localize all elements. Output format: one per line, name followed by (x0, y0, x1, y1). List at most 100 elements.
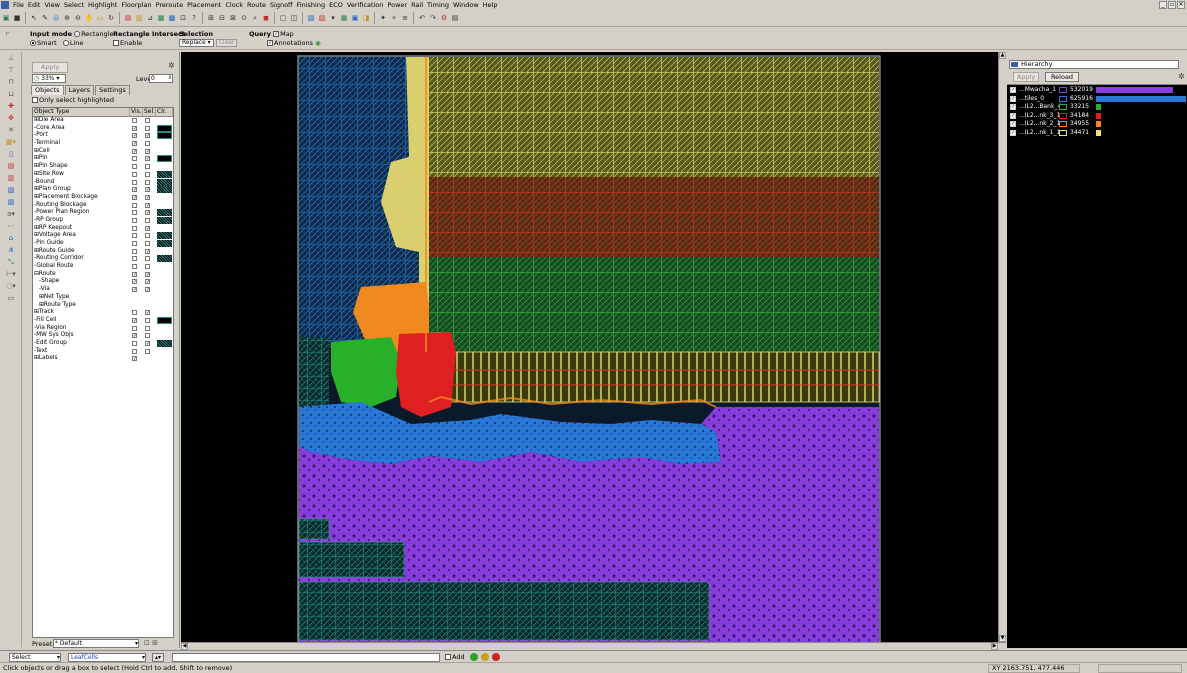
object-row[interactable]: -Global Route (33, 263, 173, 271)
only-select-highlighted[interactable]: Only select highlighted (32, 96, 114, 104)
menu-floorplan[interactable]: Floorplan (119, 0, 153, 10)
col-clr[interactable]: Clr. (156, 108, 173, 116)
undo-icon[interactable]: ↶ (417, 13, 427, 23)
hierarchy-select[interactable]: Hierarchy (1009, 60, 1179, 69)
hierarchy-row[interactable]: ✓ ...IL2...nk_1_1 34471 (1007, 129, 1187, 138)
scroll-left-icon[interactable]: ◀ (181, 643, 188, 650)
misc-tool-icon[interactable]: ◌▾ (4, 281, 18, 292)
view-icon[interactable]: ▢ (278, 13, 288, 23)
menu-verification[interactable]: Verification (345, 0, 386, 10)
hierarchy-row[interactable]: ✓ ...IL2...Bank_4 33215 (1007, 103, 1187, 112)
hierarchy-gear-icon[interactable]: ✲ (1178, 72, 1185, 81)
pin-icon[interactable]: ✧ (389, 13, 399, 23)
add-checkbox[interactable] (445, 654, 451, 660)
selectable-checkbox[interactable] (145, 179, 150, 185)
object-row[interactable]: -Via Region (33, 325, 173, 333)
instance-color-swatch[interactable] (1059, 121, 1067, 127)
visible-checkbox[interactable] (132, 118, 137, 123)
object-row[interactable]: -Shape ✓ ✓ (33, 278, 173, 286)
wire-icon[interactable]: ▤ (4, 161, 18, 172)
rect-tool-icon[interactable]: ▭ (4, 293, 18, 304)
layer-menu-icon[interactable]: ▦▾ (4, 137, 18, 148)
color-swatch[interactable] (157, 155, 172, 163)
line-radio[interactable] (62, 40, 69, 46)
color-swatch[interactable] (157, 186, 172, 194)
tab-objects[interactable]: Objects (31, 85, 64, 95)
instance-color-swatch[interactable] (1059, 95, 1067, 102)
selectable-checkbox[interactable]: ✓ (145, 210, 150, 216)
zoom-all-icon[interactable]: ⊙ (239, 13, 249, 23)
object-row[interactable]: ⊞Pin Shape (33, 163, 173, 171)
object-row[interactable]: ⊞Net Type (33, 294, 173, 302)
object-row[interactable]: -Core Area ✓ (33, 124, 173, 133)
object-row[interactable]: -Via ✓ ✓ (33, 286, 173, 294)
selectable-checkbox[interactable] (145, 256, 150, 262)
rectangle-radio[interactable] (74, 31, 81, 37)
object-row[interactable]: ⊞Pin ✓ (33, 155, 173, 163)
visible-checkbox[interactable]: ✓ (132, 356, 137, 362)
selectable-checkbox[interactable] (145, 333, 150, 339)
color-swatch[interactable] (157, 132, 172, 140)
restore-button[interactable]: ▫ (1168, 1, 1176, 9)
add-toggle[interactable]: Add (445, 652, 465, 662)
object-row[interactable]: ⊞Route Guide ✓ (33, 248, 173, 256)
mirror-icon[interactable]: ⊔ (4, 89, 18, 100)
object-row[interactable]: -Routing Corridor (33, 255, 173, 263)
instance-color-swatch[interactable] (1059, 87, 1067, 93)
find-icon[interactable]: ⌕ (250, 13, 260, 23)
flip-icon[interactable]: ⊓ (4, 77, 18, 88)
selection-mode-select[interactable]: Replace ▾ (179, 39, 214, 47)
selectable-checkbox[interactable] (145, 125, 150, 131)
hierarchy-row[interactable]: ✓ ...IL2...nk_3_1 34184 (1007, 112, 1187, 121)
selectable-checkbox[interactable]: ✓ (145, 310, 150, 316)
selectable-checkbox[interactable]: ✓ (145, 271, 150, 277)
connect-icon[interactable]: ⌂ (4, 233, 18, 244)
cell-icon[interactable]: ▣ (350, 13, 360, 23)
selectable-checkbox[interactable] (145, 264, 150, 270)
add-pin-icon[interactable]: ✚ (4, 101, 18, 112)
color-swatch[interactable] (157, 124, 172, 132)
menu-power[interactable]: Power (385, 0, 409, 10)
hierarchy-checkbox[interactable]: ✓ (1010, 129, 1016, 136)
warning-icon[interactable] (481, 653, 489, 661)
object-row[interactable]: -Routing Blockage ✓ (33, 202, 173, 210)
level-spinbox[interactable]: 0 ⇕ (149, 74, 173, 83)
zoom-fit-icon[interactable]: ◎ (51, 13, 61, 23)
object-row[interactable]: ⊞Track ✓ (33, 309, 173, 317)
color-swatch[interactable] (157, 216, 172, 224)
scroll-down-icon[interactable]: ▼ (999, 635, 1006, 642)
hierarchy-checkbox[interactable]: ✓ (1010, 87, 1016, 93)
snap-icon[interactable]: ◫ (289, 13, 299, 23)
object-row[interactable]: ⊞Plan Group ✓ ✓ (33, 186, 173, 194)
palette-icon[interactable]: ▥ (134, 13, 144, 23)
zoom-in-icon[interactable]: ⊕ (62, 13, 72, 23)
selectable-checkbox[interactable] (145, 317, 150, 323)
selectable-checkbox[interactable] (145, 348, 150, 354)
close-button[interactable]: ✕ (1177, 1, 1185, 9)
object-row[interactable]: ⊞Route Type (33, 302, 173, 310)
menu-help[interactable]: Help (481, 0, 500, 10)
visible-checkbox[interactable]: ✓ (132, 125, 137, 131)
visible-checkbox[interactable] (132, 164, 137, 170)
selectable-checkbox[interactable]: ✓ (145, 148, 150, 154)
script-icon[interactable]: ⚙ (439, 13, 449, 23)
object-row[interactable]: -Fill Cell ✓ (33, 316, 173, 325)
spin-arrows-icon[interactable]: ⇕ (168, 75, 172, 82)
col-object-type[interactable]: Object Type (33, 108, 130, 116)
object-row[interactable]: ⊞RP Keepout ✓ (33, 225, 173, 233)
visible-checkbox[interactable]: ✓ (132, 287, 137, 293)
resize-icon[interactable]: ⤡ (4, 257, 18, 268)
menu-edit[interactable]: Edit (26, 0, 43, 10)
visible-checkbox[interactable] (132, 171, 137, 177)
redo-icon[interactable]: ↷ (428, 13, 438, 23)
object-row[interactable]: ⊞Voltage Area (33, 232, 173, 240)
selectable-checkbox[interactable] (145, 164, 150, 170)
selectable-checkbox[interactable]: ✓ (145, 340, 150, 346)
net-icon[interactable]: ▦ (339, 13, 349, 23)
scroll-right-icon[interactable]: ▶ (991, 643, 998, 650)
lock-icon[interactable]: ⊥ (4, 53, 18, 64)
object-row[interactable]: ⊞Placement Blockage ✓ ✓ (33, 194, 173, 202)
selectable-checkbox[interactable] (145, 325, 150, 331)
move-icon[interactable]: ✥ (4, 113, 18, 124)
selectable-checkbox[interactable]: ✓ (145, 287, 150, 293)
